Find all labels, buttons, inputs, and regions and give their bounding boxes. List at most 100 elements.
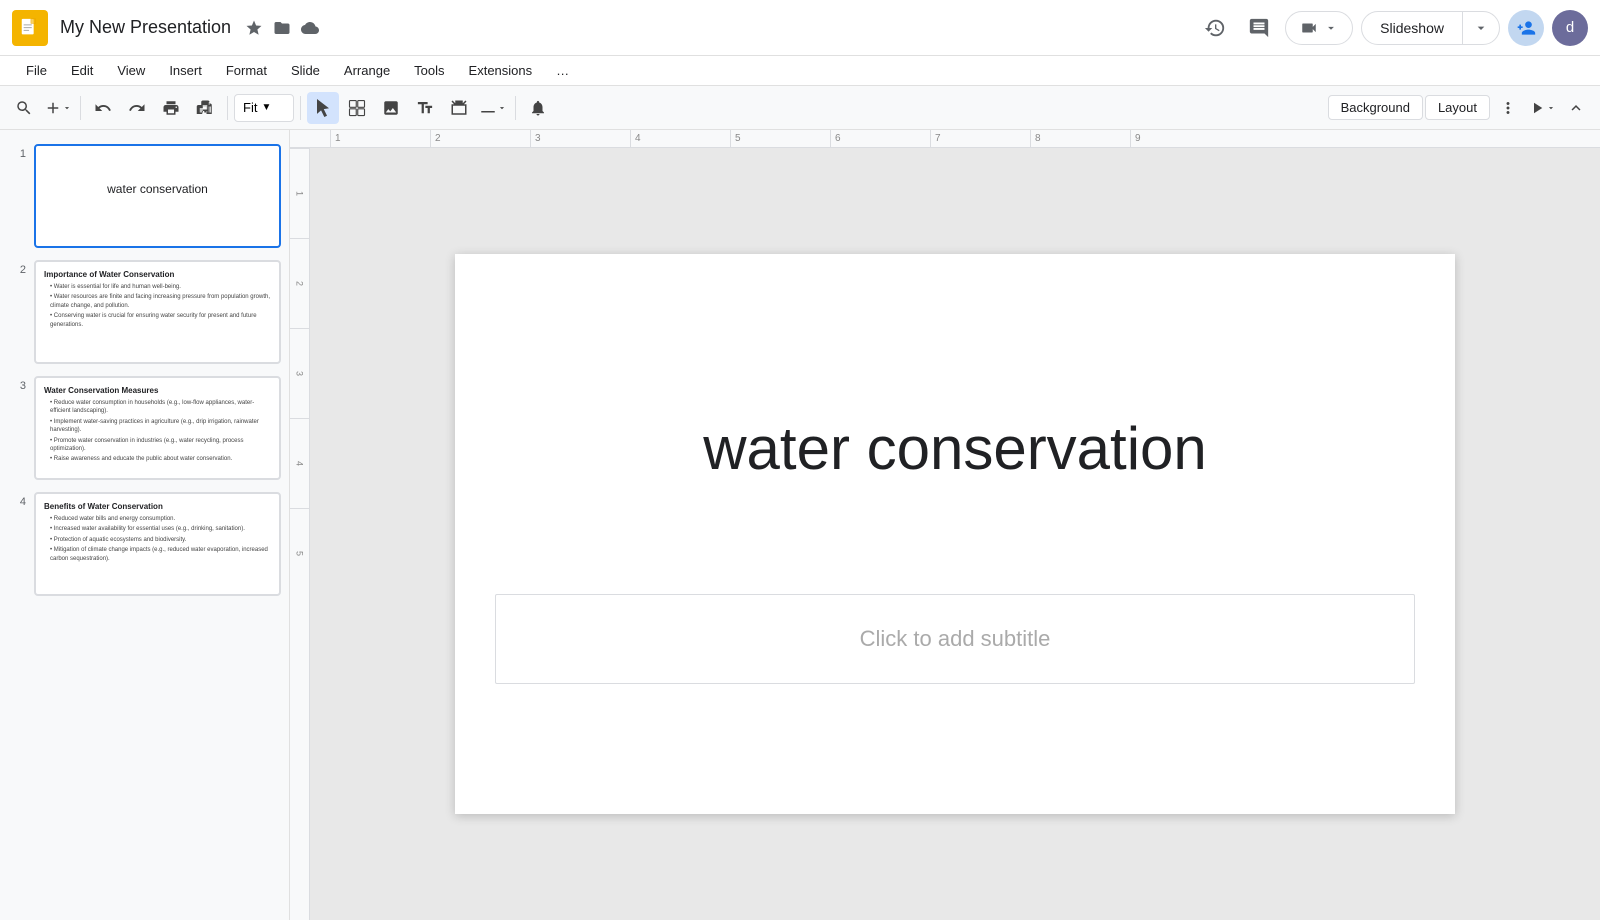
menu-bar: File Edit View Insert Format Slide Arran… xyxy=(0,56,1600,86)
title-icons xyxy=(245,19,319,37)
ruler-h-mark-6: 6 xyxy=(830,130,930,148)
slide-3-title: Water Conservation Measures xyxy=(44,386,271,395)
avatar[interactable]: d xyxy=(1552,10,1588,46)
menu-view[interactable]: View xyxy=(107,59,155,82)
divider-1 xyxy=(80,96,81,120)
add-comment-button[interactable] xyxy=(522,92,554,124)
menu-arrange[interactable]: Arrange xyxy=(334,59,400,82)
top-bar: My New Presentation Slideshow d xyxy=(0,0,1600,56)
slide-4-bullet-1: • Reduced water bills and energy consump… xyxy=(50,515,271,523)
slide-4-bullet-2: • Increased water availability for essen… xyxy=(50,525,271,533)
slide-num-4: 4 xyxy=(8,496,26,508)
print-button[interactable] xyxy=(155,92,187,124)
ruler-h-mark-2: 2 xyxy=(430,130,530,148)
menu-more[interactable]: … xyxy=(546,59,579,82)
slide-4-title: Benefits of Water Conservation xyxy=(44,502,271,511)
slide-thumb-1[interactable]: water conservation xyxy=(34,144,281,248)
doc-title[interactable]: My New Presentation xyxy=(60,17,231,38)
main-area: 1 water conservation 2 Importance of Wat… xyxy=(0,130,1600,920)
slide-3-bullet-3: • Promote water conservation in industri… xyxy=(50,437,271,454)
ruler-v-mark-3: 3 xyxy=(290,328,309,418)
ruler-h-mark-3: 3 xyxy=(530,130,630,148)
slide-3-bullet-1: • Reduce water consumption in households… xyxy=(50,399,271,416)
more-options-button[interactable] xyxy=(1492,92,1524,124)
menu-extensions[interactable]: Extensions xyxy=(459,59,543,82)
menu-tools[interactable]: Tools xyxy=(404,59,454,82)
ruler-v-mark-2: 2 xyxy=(290,238,309,328)
layout-button[interactable]: Layout xyxy=(1425,95,1490,120)
text-box-tool[interactable] xyxy=(409,92,441,124)
paint-format-button[interactable] xyxy=(189,92,221,124)
slide-3-bullet-4: • Raise awareness and educate the public… xyxy=(50,455,271,463)
select-tool[interactable] xyxy=(307,92,339,124)
ruler-h-mark-4: 4 xyxy=(630,130,730,148)
insert-image-tool[interactable] xyxy=(375,92,407,124)
canvas-area: 1 2 3 4 5 6 7 8 9 1 2 3 4 5 water conser… xyxy=(290,130,1600,920)
ruler-h-mark-8: 8 xyxy=(1030,130,1130,148)
slideshow-button[interactable]: Slideshow xyxy=(1361,11,1500,45)
collapse-toolbar-button[interactable] xyxy=(1560,92,1592,124)
slide-num-3: 3 xyxy=(8,380,26,392)
comment-button[interactable] xyxy=(1241,10,1277,46)
present-button[interactable] xyxy=(1526,92,1558,124)
search-button[interactable] xyxy=(8,92,40,124)
divider-2 xyxy=(227,96,228,120)
select-objects-tool[interactable] xyxy=(341,92,373,124)
slide-thumb-2[interactable]: Importance of Water Conservation • Water… xyxy=(34,260,281,364)
slideshow-dropdown[interactable] xyxy=(1463,12,1499,44)
ruler-h-mark-7: 7 xyxy=(930,130,1030,148)
ruler-v-mark-5: 5 xyxy=(290,508,309,598)
slide-num-2: 2 xyxy=(8,264,26,276)
undo-button[interactable] xyxy=(87,92,119,124)
toolbar: Fit ▼ Background Layout xyxy=(0,86,1600,130)
slide-1-title: water conservation xyxy=(44,182,271,196)
slide-item-3[interactable]: 3 Water Conservation Measures • Reduce w… xyxy=(0,370,289,486)
canvas-content: 1 2 3 4 5 water conservation Click to ad… xyxy=(290,148,1600,920)
ruler-v-mark-4: 4 xyxy=(290,418,309,508)
menu-file[interactable]: File xyxy=(16,59,57,82)
slide-2-bullet-1: • Water is essential for life and human … xyxy=(50,283,271,291)
menu-format[interactable]: Format xyxy=(216,59,277,82)
slide-2-bullet-2: • Water resources are finite and facing … xyxy=(50,293,271,310)
slide-item-1[interactable]: 1 water conservation xyxy=(0,138,289,254)
slide-num-1: 1 xyxy=(8,148,26,160)
menu-slide[interactable]: Slide xyxy=(281,59,330,82)
slide-4-bullet-4: • Mitigation of climate change impacts (… xyxy=(50,546,271,563)
divider-4 xyxy=(515,96,516,120)
ruler-h-mark-9: 9 xyxy=(1130,130,1230,148)
meet-button[interactable] xyxy=(1285,11,1353,45)
slide-subtitle-box[interactable]: Click to add subtitle xyxy=(495,594,1415,684)
slide-thumb-3[interactable]: Water Conservation Measures • Reduce wat… xyxy=(34,376,281,480)
ruler-h-mark-5: 5 xyxy=(730,130,830,148)
folder-icon[interactable] xyxy=(273,19,291,37)
slide-2-title: Importance of Water Conservation xyxy=(44,270,271,279)
slide-4-bullet-3: • Protection of aquatic ecosystems and b… xyxy=(50,536,271,544)
slide-2-bullet-3: • Conserving water is crucial for ensuri… xyxy=(50,312,271,329)
slide-item-2[interactable]: 2 Importance of Water Conservation • Wat… xyxy=(0,254,289,370)
ruler-v-mark-1: 1 xyxy=(290,148,309,238)
slide-canvas[interactable]: water conservation Click to add subtitle xyxy=(455,254,1455,814)
background-button[interactable]: Background xyxy=(1328,95,1423,120)
cloud-icon[interactable] xyxy=(301,19,319,37)
line-tool[interactable] xyxy=(443,92,475,124)
divider-3 xyxy=(300,96,301,120)
add-person-button[interactable] xyxy=(1508,10,1544,46)
history-button[interactable] xyxy=(1197,10,1233,46)
menu-insert[interactable]: Insert xyxy=(159,59,212,82)
slide-3-bullet-2: • Implement water-saving practices in ag… xyxy=(50,418,271,435)
menu-edit[interactable]: Edit xyxy=(61,59,103,82)
zoom-selector[interactable]: Fit ▼ xyxy=(234,94,294,122)
slide-main-title[interactable]: water conservation xyxy=(455,414,1455,483)
add-slide-button[interactable] xyxy=(42,92,74,124)
ruler-horizontal: 1 2 3 4 5 6 7 8 9 xyxy=(290,130,1600,148)
star-icon[interactable] xyxy=(245,19,263,37)
slide-subtitle-placeholder[interactable]: Click to add subtitle xyxy=(860,626,1051,652)
slide-thumb-4[interactable]: Benefits of Water Conservation • Reduced… xyxy=(34,492,281,596)
ruler-h-mark-1: 1 xyxy=(330,130,430,148)
slide-item-4[interactable]: 4 Benefits of Water Conservation • Reduc… xyxy=(0,486,289,602)
slideshow-label[interactable]: Slideshow xyxy=(1362,12,1463,44)
line-tool-dropdown[interactable] xyxy=(477,92,509,124)
slides-sidebar: 1 water conservation 2 Importance of Wat… xyxy=(0,130,290,920)
redo-button[interactable] xyxy=(121,92,153,124)
app-logo[interactable] xyxy=(12,10,48,46)
